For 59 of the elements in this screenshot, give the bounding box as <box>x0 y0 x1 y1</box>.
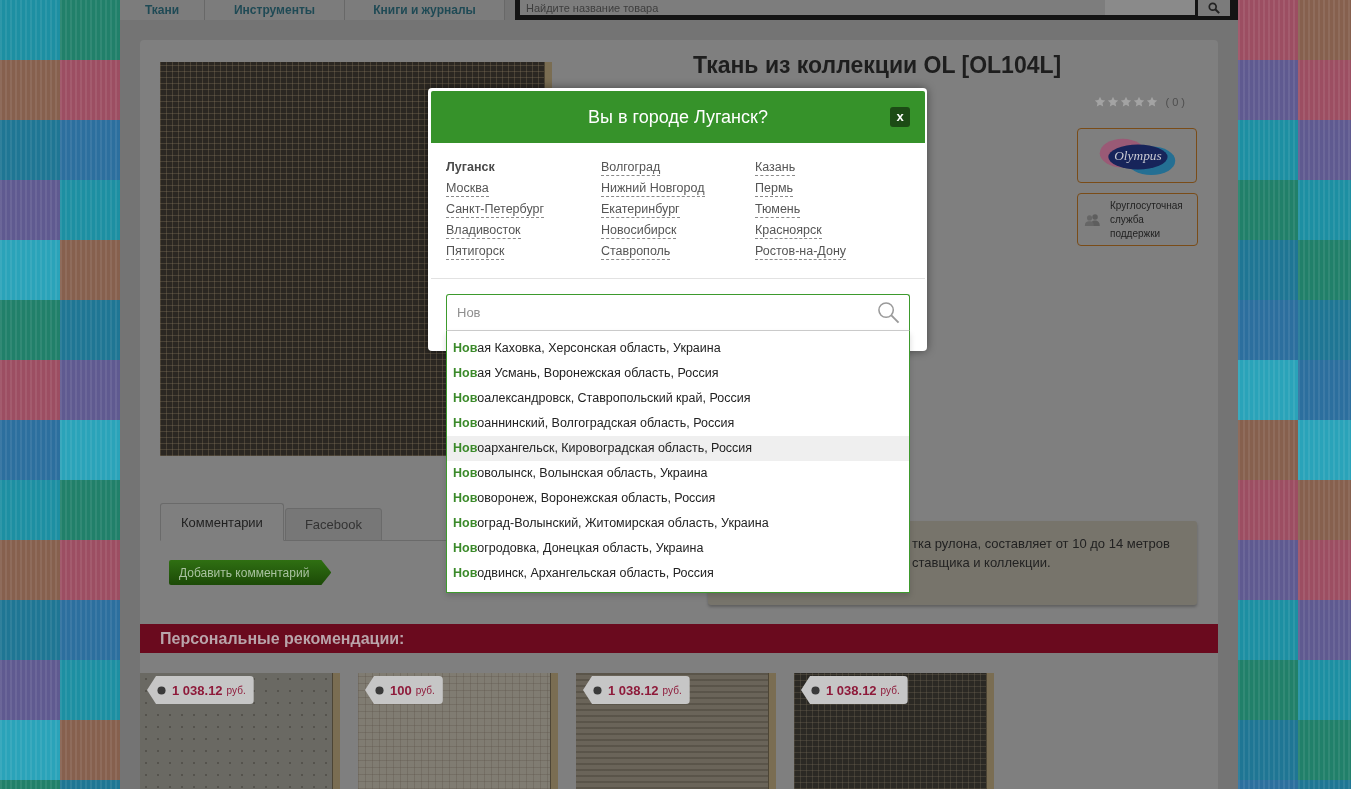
suggestion-item[interactable]: Нововолынск, Волынская область, Украина <box>447 461 909 486</box>
currency-label: руб. <box>880 684 900 696</box>
star-icon <box>1133 96 1146 108</box>
star-icon <box>1094 96 1107 108</box>
suggestion-item[interactable]: Новоалександровск, Ставропольский край, Россия <box>447 386 909 411</box>
comment-tab[interactable]: Комментарии <box>160 503 284 541</box>
suggestion-item[interactable]: Новоаннинский, Волгоградская область, Россия <box>447 411 909 436</box>
city-link[interactable]: Пермь <box>755 180 793 197</box>
city-link[interactable]: Санкт-Петербург <box>446 201 545 218</box>
suggestion-item[interactable]: Новая Каховка, Херсонская область, Украина <box>447 336 909 361</box>
city-link[interactable]: Нижний Новгород <box>601 180 705 197</box>
tag-hole-icon <box>593 685 602 695</box>
search-icon <box>877 301 900 324</box>
price-value: 1 038.12 <box>608 682 659 698</box>
product-title: Ткань из коллекции OL [OL104L] <box>693 52 1062 78</box>
star-icon <box>1120 96 1133 108</box>
price-value: 1 038.12 <box>172 682 223 698</box>
city-link[interactable]: Волгоград <box>601 159 661 176</box>
city-link[interactable]: Владивосток <box>446 222 521 239</box>
currency-label: руб. <box>226 684 246 696</box>
star-icon <box>1146 96 1159 108</box>
close-button[interactable]: x <box>890 107 910 127</box>
city-link[interactable]: Луганск <box>446 159 495 176</box>
price-value: 1 038.12 <box>826 682 877 698</box>
tag-hole-icon <box>157 685 166 695</box>
city-link[interactable]: Екатеринбург <box>601 201 680 218</box>
section-title: Персональные рекомендации: <box>160 629 405 648</box>
tag-hole-icon <box>811 685 820 695</box>
suggestion-item[interactable]: Нововоронеж, Воронежская область, Россия <box>447 486 909 511</box>
city-link[interactable]: Москва <box>446 180 489 197</box>
brand-logo: Olympus <box>1094 131 1180 180</box>
city-link[interactable]: Казань <box>755 159 796 176</box>
city-link[interactable]: Новосибирск <box>601 222 677 239</box>
suggestion-item[interactable]: Новая Усмань, Воронежская область, Россия <box>447 361 909 386</box>
city-link[interactable]: Пятигорск <box>446 243 505 260</box>
price-value: 100 <box>390 682 412 698</box>
search-button[interactable] <box>1198 0 1230 16</box>
support-card[interactable]: Круглосуточная служба поддержки <box>1077 193 1198 246</box>
city-link[interactable]: Ставрополь <box>601 243 671 260</box>
search-icon <box>1208 2 1220 14</box>
star-icon <box>1107 96 1120 108</box>
suggestion-item[interactable]: Новодвинск, Архангельская область, Россия <box>447 561 909 586</box>
support-text: Круглосуточная служба поддержки <box>1110 198 1183 241</box>
search-field[interactable]: Найдите название товара <box>520 0 1105 15</box>
city-link[interactable]: Красноярск <box>755 222 822 239</box>
star-rating[interactable] <box>1094 96 1159 108</box>
city-link[interactable]: Ростов-на-Дону <box>755 243 847 260</box>
people-icon <box>1084 212 1101 227</box>
city-link[interactable]: Тюмень <box>755 201 801 218</box>
tag-hole-icon <box>375 685 384 695</box>
brand-card[interactable]: Olympus <box>1077 128 1197 183</box>
currency-label: руб. <box>662 684 682 696</box>
suggestion-item[interactable]: Новоархангельск, Кировоградская область, Россия <box>447 436 909 461</box>
add-comment-button[interactable]: Добавить комментарий <box>169 560 332 585</box>
note-text: тка рулона, составляет от 10 до 14 метров ставщика и коллекции. <box>912 535 1171 572</box>
dialog-title: Вы в городе Луганск? <box>588 106 768 128</box>
suggestion-item[interactable]: Новоград-Волынский, Житомирская область, Украина <box>447 511 909 536</box>
suggestion-item[interactable]: Новогродовка, Донецкая область, Украина <box>447 536 909 561</box>
currency-label: руб. <box>415 684 435 696</box>
